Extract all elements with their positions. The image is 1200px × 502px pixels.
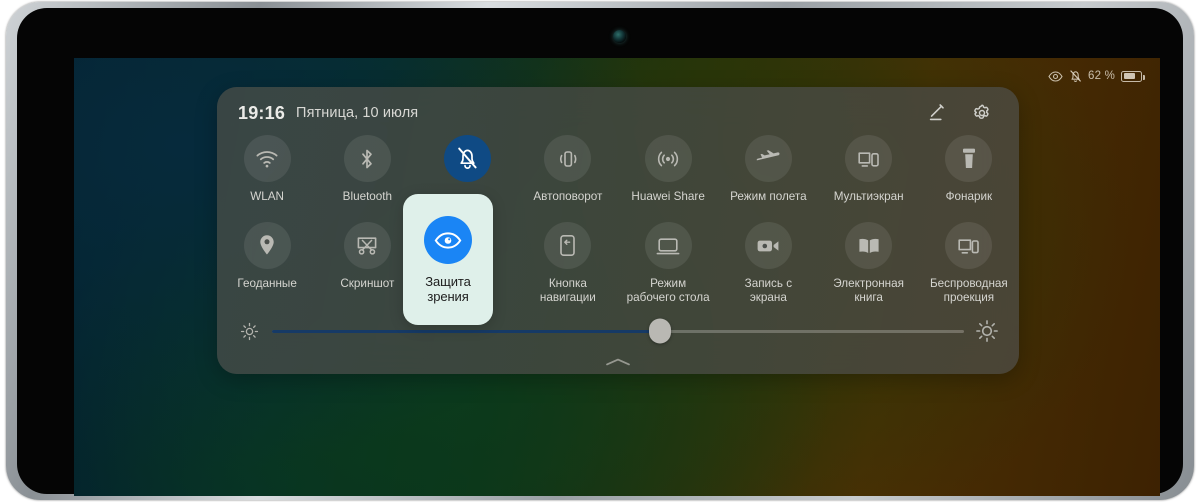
battery-icon (1121, 70, 1145, 82)
airplane-icon (744, 135, 792, 182)
tile-ebook[interactable]: Электронная книга (819, 222, 919, 305)
tile-label: Режим полета (730, 190, 807, 203)
location-pin-icon (243, 222, 291, 269)
tile-label: Скриншот (340, 277, 395, 290)
tile-label: Мультиэкран (833, 190, 904, 203)
brightness-slider-track[interactable] (272, 318, 964, 344)
tile-label: Запись с экрана (744, 277, 793, 304)
tile-row-1: WLAN Bluetooth Автоповорот Huawei Share … (217, 135, 1019, 204)
tablet-frame: 62 % 19:16 Пятница, 10 июля WLAN Bluetoo… (6, 2, 1194, 500)
flashlight-icon (945, 135, 993, 182)
auto-rotate-icon (544, 135, 592, 182)
clock-time: 19:16 (238, 102, 286, 123)
tile-label: Автоповорот (533, 190, 603, 203)
quick-settings-panel: 19:16 Пятница, 10 июля WLAN Bluetooth Ав… (217, 87, 1019, 374)
wifi-icon (243, 135, 291, 182)
quick-settings-header: 19:16 Пятница, 10 июля (217, 87, 1019, 139)
nav-button-icon (544, 222, 592, 269)
brightness-high-icon (976, 320, 998, 342)
tile-auto-rotate[interactable]: Автоповорот (518, 135, 618, 204)
tablet-bezel: 62 % 19:16 Пятница, 10 июля WLAN Bluetoo… (17, 8, 1183, 496)
pencil-icon[interactable] (921, 98, 951, 128)
eye-comfort-highlight-card[interactable]: Защита зрения (403, 194, 493, 325)
tile-label: Электронная книга (833, 277, 904, 304)
tile-location[interactable]: Геоданные (217, 222, 317, 305)
eye-comfort-icon (424, 216, 472, 264)
brightness-slider-thumb[interactable] (648, 318, 671, 344)
tile-bluetooth[interactable]: Bluetooth (317, 135, 417, 204)
gear-icon[interactable] (967, 98, 997, 128)
tile-multiscreen[interactable]: Мультиэкран (819, 135, 919, 204)
tile-label: WLAN (250, 190, 285, 203)
tile-screen-record[interactable]: Запись с экрана (718, 222, 818, 305)
chevron-up-icon[interactable] (603, 355, 633, 367)
brightness-slider-fill (272, 329, 660, 333)
tile-label: Беспроводная проекция (929, 277, 1008, 304)
tile-row-2: Геоданные Скриншот Кнопка навигации Режи… (217, 222, 1019, 305)
front-camera-icon (613, 30, 626, 43)
tile-wlan[interactable]: WLAN (217, 135, 317, 204)
tile-wireless-projection[interactable]: Беспроводная проекция (919, 222, 1019, 305)
ebook-icon (845, 222, 893, 269)
huawei-share-icon (644, 135, 692, 182)
wireless-projection-icon (945, 222, 993, 269)
tile-label: Кнопка навигации (539, 277, 596, 304)
bell-muted-icon (1069, 69, 1082, 83)
tile-huawei-share[interactable]: Huawei Share (618, 135, 718, 204)
tile-label: Bluetooth (342, 190, 393, 203)
tile-label: Геоданные (237, 277, 297, 290)
tile-desktop-mode[interactable]: Режим рабочего стола (618, 222, 718, 305)
tile-airplane-mode[interactable]: Режим полета (718, 135, 818, 204)
quick-settings-grid: WLAN Bluetooth Автоповорот Huawei Share … (217, 135, 1019, 305)
screenshot-scissors-icon (343, 222, 391, 269)
tile-label: Режим рабочего стола (626, 277, 710, 304)
desktop-mode-icon (644, 222, 692, 269)
eye-icon (1048, 70, 1063, 82)
eye-comfort-highlight-label: Защита зрения (425, 274, 471, 304)
tile-nav-button[interactable]: Кнопка навигации (518, 222, 618, 305)
battery-percent-label: 62 % (1087, 70, 1115, 82)
tile-label: Huawei Share (631, 190, 705, 203)
bell-muted-icon (444, 135, 492, 182)
multiscreen-icon (845, 135, 893, 182)
tablet-screen: 62 % 19:16 Пятница, 10 июля WLAN Bluetoo… (74, 58, 1160, 496)
brightness-slider-row (238, 318, 998, 344)
bluetooth-icon (343, 135, 391, 182)
screenshot-root: 62 % 19:16 Пятница, 10 июля WLAN Bluetoo… (0, 0, 1200, 502)
brightness-low-icon (238, 320, 260, 342)
status-bar: 62 % (1048, 66, 1145, 86)
clock-date: Пятница, 10 июля (296, 105, 419, 121)
screen-record-icon (744, 222, 792, 269)
tile-flashlight[interactable]: Фонарик (919, 135, 1019, 204)
tile-label: Фонарик (945, 190, 993, 203)
